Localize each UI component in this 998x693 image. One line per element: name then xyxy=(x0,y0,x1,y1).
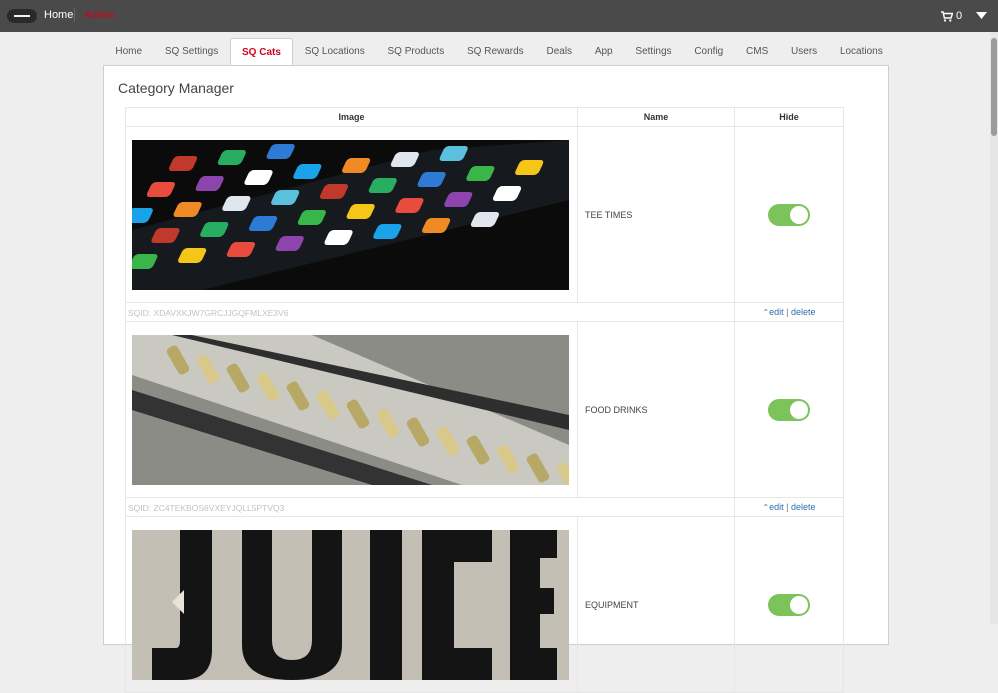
image-cell xyxy=(126,517,578,693)
table-meta-row: SQID: XDAVXKJW7GRCJJGQFMLXE3V6 ⌃edit | d… xyxy=(126,303,844,322)
table-row: EQUIPMENT xyxy=(126,517,844,693)
caret-down-icon[interactable] xyxy=(976,12,987,19)
hide-toggle[interactable] xyxy=(768,204,810,226)
image-cell xyxy=(126,127,578,303)
image-cell xyxy=(126,322,578,498)
category-image-phone-apps xyxy=(132,140,569,290)
tab-app[interactable]: App xyxy=(583,38,624,65)
cart-count: 0 xyxy=(956,10,962,22)
column-header-name: Name xyxy=(578,108,735,127)
hide-cell xyxy=(735,517,844,693)
category-manager-panel: Category Manager Image Name Hide TEE TIM… xyxy=(103,65,889,645)
page-title: Category Manager xyxy=(118,80,234,96)
tab-sq-settings[interactable]: SQ Settings xyxy=(153,38,229,65)
top-admin-link[interactable]: Admin xyxy=(84,9,115,21)
tab-locations[interactable]: Locations xyxy=(829,38,895,65)
category-image-drink-cooler xyxy=(132,335,569,485)
category-table: Image Name Hide TEE TIMES SQID: XD xyxy=(125,107,844,693)
delete-link[interactable]: delete xyxy=(791,307,816,317)
category-name: FOOD DRINKS xyxy=(578,322,735,498)
tab-deals[interactable]: Deals xyxy=(535,38,583,65)
toggle-knob xyxy=(790,206,808,224)
sqid-label: SQID: ZC4TEKBOS6VXEYJQLL5PTVQ3 xyxy=(126,503,284,513)
table-header-row: Image Name Hide xyxy=(126,108,844,127)
divider xyxy=(74,8,75,22)
hide-toggle[interactable] xyxy=(768,594,810,616)
row-actions: ⌃edit | delete xyxy=(735,498,844,517)
edit-link[interactable]: edit xyxy=(769,502,784,512)
hamburger-menu-icon[interactable] xyxy=(7,9,37,23)
toggle-knob xyxy=(790,596,808,614)
tab-sq-products[interactable]: SQ Products xyxy=(376,38,455,65)
column-header-image: Image xyxy=(126,108,578,127)
page-scrollbar[interactable] xyxy=(990,32,998,624)
tab-sq-cats[interactable]: SQ Cats xyxy=(230,38,294,67)
delete-link[interactable]: delete xyxy=(791,502,816,512)
toggle-knob xyxy=(790,401,808,419)
tab-settings[interactable]: Settings xyxy=(624,38,683,65)
tab-users[interactable]: Users xyxy=(780,38,829,65)
table-meta-row: SQID: ZC4TEKBOS6VXEYJQLL5PTVQ3 ⌃edit | d… xyxy=(126,498,844,517)
hide-toggle[interactable] xyxy=(768,399,810,421)
tab-cms[interactable]: CMS xyxy=(735,38,780,65)
table-row: TEE TIMES xyxy=(126,127,844,303)
category-name: EQUIPMENT xyxy=(578,517,735,693)
top-home-link[interactable]: Home xyxy=(44,9,73,21)
cart-icon xyxy=(941,11,953,22)
cart-button[interactable]: 0 xyxy=(941,9,962,23)
tab-sq-rewards[interactable]: SQ Rewards xyxy=(456,38,535,65)
category-image-juicer-sign xyxy=(132,530,569,680)
top-navbar: Home Admin 0 xyxy=(0,0,998,32)
hide-cell xyxy=(735,127,844,303)
tab-sq-locations[interactable]: SQ Locations xyxy=(293,38,376,65)
sqid-label: SQID: XDAVXKJW7GRCJJGQFMLXE3V6 xyxy=(126,308,288,318)
column-header-hide: Hide xyxy=(735,108,844,127)
row-actions: ⌃edit | delete xyxy=(735,303,844,322)
hide-cell xyxy=(735,322,844,498)
tab-home[interactable]: Home xyxy=(104,38,153,65)
category-name: TEE TIMES xyxy=(578,127,735,303)
table-row: FOOD DRINKS xyxy=(126,322,844,498)
tab-config[interactable]: Config xyxy=(683,38,735,65)
edit-link[interactable]: edit xyxy=(769,307,784,317)
scrollbar-thumb[interactable] xyxy=(991,38,997,136)
admin-tabs: Home SQ Settings SQ Cats SQ Locations SQ… xyxy=(104,38,894,66)
